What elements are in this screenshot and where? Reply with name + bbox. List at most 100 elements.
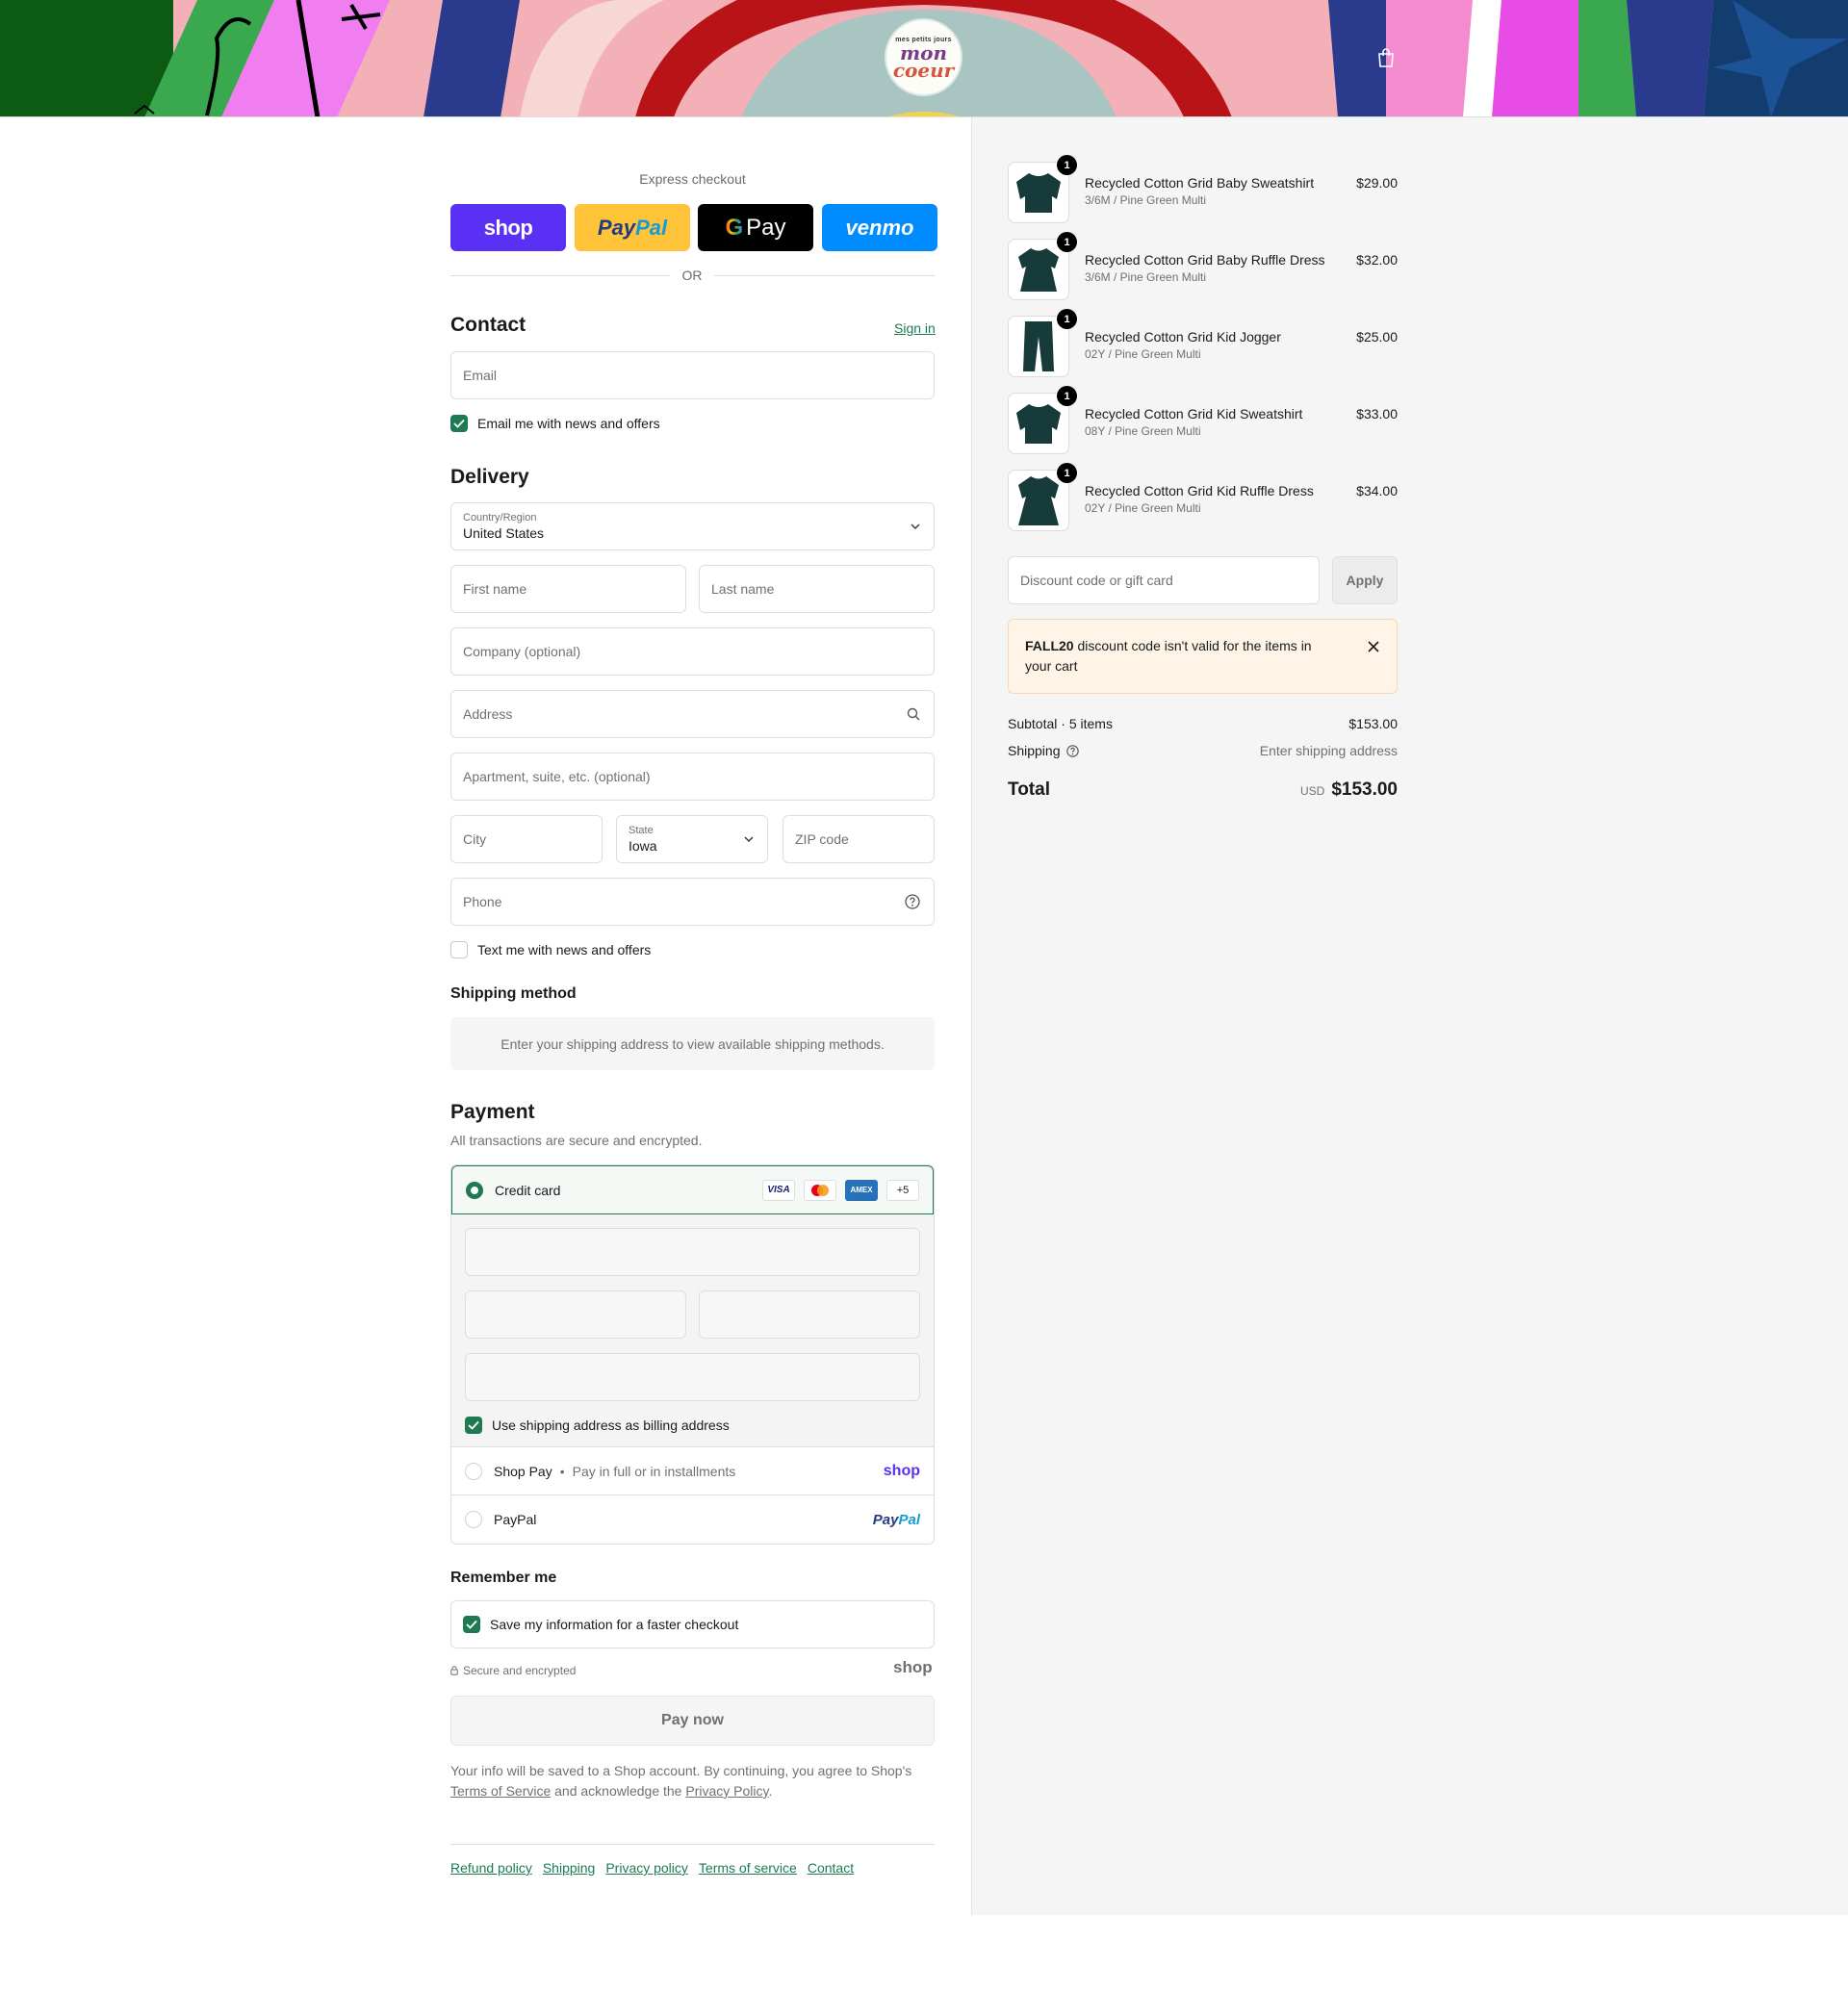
shop-pay-express-button[interactable]: shop (450, 204, 566, 251)
paypal-radio[interactable] (465, 1511, 482, 1528)
or-label: OR (670, 268, 714, 283)
legal-text-2: and acknowledge the (554, 1783, 682, 1799)
cart-button[interactable] (1374, 46, 1398, 69)
shipping-label: Shipping (1008, 743, 1061, 758)
shipping-row: Shipping Enter shipping address (1008, 743, 1398, 758)
shop-pay-radio[interactable] (465, 1462, 482, 1480)
item-price: $34.00 (1356, 483, 1398, 498)
company-field[interactable]: Company (optional) (450, 627, 935, 676)
credit-card-option[interactable]: Credit card VISA AMEX +5 (451, 1165, 934, 1214)
dress-icon (1018, 248, 1059, 292)
save-info-box[interactable]: Save my information for a faster checkou… (450, 1600, 935, 1648)
terms-of-service-link[interactable]: Terms of Service (450, 1783, 551, 1799)
zip-placeholder: ZIP code (795, 831, 849, 847)
paypal-logo-pal: Pal (898, 1511, 920, 1528)
sweatshirt-icon (1016, 404, 1061, 444)
discount-code-placeholder: Discount code or gift card (1020, 573, 1173, 588)
apply-discount-button[interactable]: Apply (1332, 556, 1398, 604)
credit-card-fields: Use shipping address as billing address (451, 1214, 934, 1447)
venmo-logo: venmo (845, 215, 914, 240)
shop-pay-option[interactable]: Shop Pay • Pay in full or in installment… (451, 1447, 934, 1495)
sms-news-checkbox[interactable] (450, 941, 468, 958)
save-info-checkbox[interactable] (463, 1616, 480, 1633)
cart-item: 1 Recycled Cotton Grid Kid Sweatshirt 08… (1008, 386, 1398, 456)
legal-text-3: . (768, 1783, 773, 1799)
paypal-label: PayPal (494, 1512, 537, 1527)
country-select[interactable]: Country/Region United States (450, 502, 935, 550)
paypal-option[interactable]: PayPal PayPal (451, 1495, 934, 1544)
secure-note: Secure and encrypted (450, 1664, 576, 1677)
phone-placeholder: Phone (463, 894, 502, 909)
card-name-field[interactable] (465, 1353, 920, 1401)
address-placeholder: Address (463, 706, 513, 722)
chevron-down-icon (911, 524, 920, 529)
help-icon[interactable] (1065, 744, 1079, 757)
state-value: Iowa (629, 837, 657, 854)
quantity-badge: 1 (1057, 232, 1077, 252)
pay-now-button[interactable]: Pay now (450, 1696, 935, 1746)
phone-field[interactable]: Phone (450, 878, 935, 926)
paypal-logo: PayPal (873, 1512, 920, 1528)
email-news-label: Email me with news and offers (477, 416, 660, 431)
total-label: Total (1008, 779, 1050, 800)
email-news-checkbox-row[interactable]: Email me with news and offers (450, 415, 660, 432)
apartment-field[interactable]: Apartment, suite, etc. (optional) (450, 753, 935, 801)
delivery-heading: Delivery (450, 466, 529, 488)
pay-now-label: Pay now (661, 1712, 724, 1728)
first-name-field[interactable]: First name (450, 565, 686, 613)
payment-heading: Payment (450, 1101, 535, 1123)
billing-address-checkbox-row[interactable]: Use shipping address as billing address (465, 1417, 730, 1434)
legal-text: Your info will be saved to a Shop accoun… (450, 1761, 935, 1801)
chevron-down-icon (744, 836, 754, 842)
more-cards-badge: +5 (886, 1179, 919, 1201)
card-number-field[interactable] (465, 1228, 920, 1276)
venmo-express-button[interactable]: venmo (822, 204, 937, 251)
quantity-badge: 1 (1057, 155, 1077, 175)
last-name-field[interactable]: Last name (699, 565, 935, 613)
contact-heading: Contact (450, 314, 526, 336)
sign-in-link[interactable]: Sign in (894, 320, 936, 336)
google-pay-express-button[interactable]: G Pay (698, 204, 813, 251)
store-logo[interactable]: mes petits jours mon coeur (886, 20, 961, 94)
header-banner: mes petits jours mon coeur (0, 0, 1848, 117)
footer-link-contact[interactable]: Contact (808, 1860, 854, 1876)
credit-card-radio[interactable] (466, 1181, 483, 1199)
privacy-policy-link[interactable]: Privacy Policy (685, 1783, 768, 1799)
footer-link-privacy-policy[interactable]: Privacy policy (605, 1860, 688, 1876)
total-value: $153.00 (1331, 779, 1398, 800)
first-name-placeholder: First name (463, 581, 527, 597)
paypal-express-button[interactable]: Pay Pal (575, 204, 690, 251)
item-variant: 3/6M / Pine Green Multi (1085, 270, 1207, 284)
country-value: United States (463, 524, 545, 541)
google-pay-label: Pay (746, 214, 786, 241)
legal-text-1: Your info will be saved to a Shop accoun… (450, 1763, 912, 1778)
footer-divider (450, 1844, 935, 1845)
state-select[interactable]: State Iowa (616, 815, 768, 863)
email-field[interactable]: Email (450, 351, 935, 399)
footer-link-refund-policy[interactable]: Refund policy (450, 1860, 532, 1876)
dress-icon (1018, 476, 1059, 525)
footer-link-terms-of-service[interactable]: Terms of service (699, 1860, 797, 1876)
paypal-logo-pal: Pal (635, 215, 668, 240)
close-icon[interactable] (1368, 638, 1379, 658)
paypal-logo-pay: Pay (872, 1511, 899, 1528)
jogger-icon (1023, 321, 1054, 371)
payment-methods-box: Credit card VISA AMEX +5 Use shipping ad… (450, 1164, 935, 1545)
card-expiry-field[interactable] (465, 1290, 686, 1339)
total-row: Total USD $153.00 (1008, 779, 1398, 804)
discount-code-input[interactable]: Discount code or gift card (1008, 556, 1320, 604)
zip-field[interactable]: ZIP code (783, 815, 935, 863)
city-field[interactable]: City (450, 815, 603, 863)
email-news-checkbox[interactable] (450, 415, 468, 432)
billing-address-checkbox[interactable] (465, 1417, 482, 1434)
help-icon[interactable] (905, 894, 920, 909)
card-security-code-field[interactable] (699, 1290, 920, 1339)
footer-link-shipping[interactable]: Shipping (543, 1860, 596, 1876)
sms-news-checkbox-row[interactable]: Text me with news and offers (450, 941, 651, 958)
save-info-checkbox-row[interactable]: Save my information for a faster checkou… (463, 1616, 738, 1633)
item-name: Recycled Cotton Grid Baby Ruffle Dress (1085, 252, 1325, 268)
paypal-logo-pay: Pay (597, 215, 636, 240)
item-name: Recycled Cotton Grid Kid Jogger (1085, 329, 1281, 345)
address-field[interactable]: Address (450, 690, 935, 738)
item-name: Recycled Cotton Grid Baby Sweatshirt (1085, 175, 1315, 191)
